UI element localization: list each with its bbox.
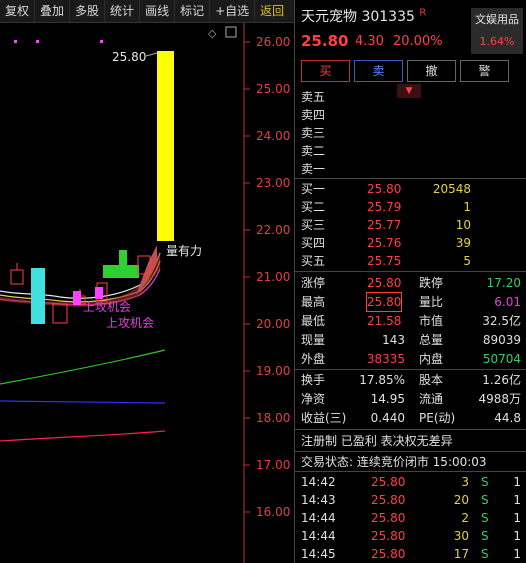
sell-level: 卖三 [301, 126, 326, 140]
chart-toolbar: 复权 叠加 多股 统计 画线 标记 +自选 返回 [0, 0, 294, 23]
candle-green [119, 250, 127, 265]
registration-flag: R [419, 7, 427, 19]
draw-line-button[interactable]: 画线 [140, 0, 176, 22]
sell-level: 卖五 [301, 90, 326, 104]
y-tick: 19.00 [256, 364, 290, 378]
stats-row: 最低 21.58 市值 32.5亿 [301, 314, 521, 328]
stats-row: 现量 143 总量 89039 [301, 333, 521, 347]
add-watchlist-button[interactable]: +自选 [210, 0, 256, 22]
signal-bar [95, 287, 103, 299]
overlay-button[interactable]: 叠加 [35, 0, 71, 22]
sector-pct: 1.64% [479, 35, 515, 48]
buy-level: 买三 25.77 10 [301, 218, 471, 232]
adjust-button[interactable]: 复权 [0, 0, 36, 22]
sector-box[interactable]: 文娱用品 1.64% [471, 8, 523, 54]
listing-info: 注册制 已盈利 表决权无差异 [301, 434, 453, 448]
buy-level: 买二 25.79 1 [301, 200, 471, 214]
buy-button[interactable]: 买 [301, 60, 350, 82]
signal-dot [100, 40, 103, 43]
stats-row: 换手 17.85% 股本 1.26亿 [301, 373, 521, 387]
sell-button[interactable]: 卖 [354, 60, 403, 82]
y-tick: 24.00 [256, 129, 290, 143]
buy-level: 买五 25.75 5 [301, 254, 471, 268]
sell-level: 卖四 [301, 108, 326, 122]
buy-level: 买四 25.76 39 [301, 236, 471, 250]
tick-row: 14:42 25.80 3 S 1 [301, 475, 521, 489]
annotation-opportunity: 上攻机会 [106, 316, 154, 330]
ma-blue-line [0, 400, 166, 404]
price-change: 4.30 [355, 34, 384, 49]
stats-row: 收益(三) 0.440 PE(动) 44.8 [301, 411, 521, 425]
y-tick: 23.00 [256, 176, 290, 190]
y-tick: 18.00 [256, 411, 290, 425]
y-tick: 26.00 [256, 35, 290, 49]
quote-panel: 天元宠物 301335 R 25.80 4.30 20.00% 文娱用品 1.6… [294, 0, 526, 563]
trading-status: 交易状态: 连续竞价闭市 15:00:03 [301, 455, 487, 469]
stats-row: 涨停 25.80 跌停 17.20 [301, 276, 521, 290]
y-tick: 21.00 [256, 270, 290, 284]
last-price: 25.80 [301, 32, 349, 50]
trade-buttons: 买 卖 撤 警 [295, 60, 526, 84]
tick-row: 14:44 25.80 30 S 1 [301, 529, 521, 543]
tick-row: 14:44 25.80 2 S 1 [301, 511, 521, 525]
candle-green [103, 265, 139, 278]
candle-up [10, 269, 24, 285]
multi-stock-button[interactable]: 多股 [70, 0, 106, 22]
y-tick: 25.00 [256, 82, 290, 96]
sector-name: 文娱用品 [475, 13, 519, 26]
annotation-volume: 量有力 [166, 244, 202, 258]
y-tick: 22.00 [256, 223, 290, 237]
stats-row: 最高 25.80 量比 6.01 [301, 292, 521, 312]
stats-row: 净资 14.95 流通 4988万 [301, 392, 521, 406]
tick-row: 14:43 25.80 20 S 1 [301, 493, 521, 507]
signal-dot [14, 40, 17, 43]
annotation-opportunity: 上攻机会 [83, 300, 131, 314]
diamond-icon[interactable]: ◇ [208, 27, 217, 40]
sell-level: 卖一 [301, 162, 326, 176]
cancel-order-button[interactable]: 撤 [407, 60, 456, 82]
price-change-pct: 20.00% [393, 34, 443, 49]
candle-limit-up [157, 51, 174, 241]
signal-dot [36, 40, 39, 43]
mark-button[interactable]: 标记 [175, 0, 211, 22]
kline-chart[interactable]: ◇ 26.00 25.00 24.00 23.00 22.00 21.00 20… [0, 23, 294, 563]
stock-code: 301335 [361, 9, 415, 25]
stats-row: 外盘 38335 内盘 50704 [301, 352, 521, 366]
price-label: 25.80 [112, 50, 146, 64]
ma-red-line [0, 430, 166, 442]
y-tick: 17.00 [256, 458, 290, 472]
sell-level: 卖二 [301, 144, 326, 158]
signal-bar [73, 291, 81, 305]
ma-green-line [0, 349, 166, 385]
square-icon[interactable] [225, 26, 237, 38]
statistics-button[interactable]: 统计 [105, 0, 141, 22]
candles [10, 51, 174, 324]
stock-name: 天元宠物 [301, 9, 357, 25]
tick-row: 14:45 25.80 17 S 1 [301, 547, 521, 561]
candle-up [52, 303, 68, 324]
back-button[interactable]: 返回 [255, 0, 289, 22]
alert-button[interactable]: 警 [460, 60, 509, 82]
candle-down [31, 268, 45, 324]
buy-level: 买一 25.80 20548 [301, 182, 471, 196]
y-tick: 16.00 [256, 505, 290, 519]
y-tick: 20.00 [256, 317, 290, 331]
